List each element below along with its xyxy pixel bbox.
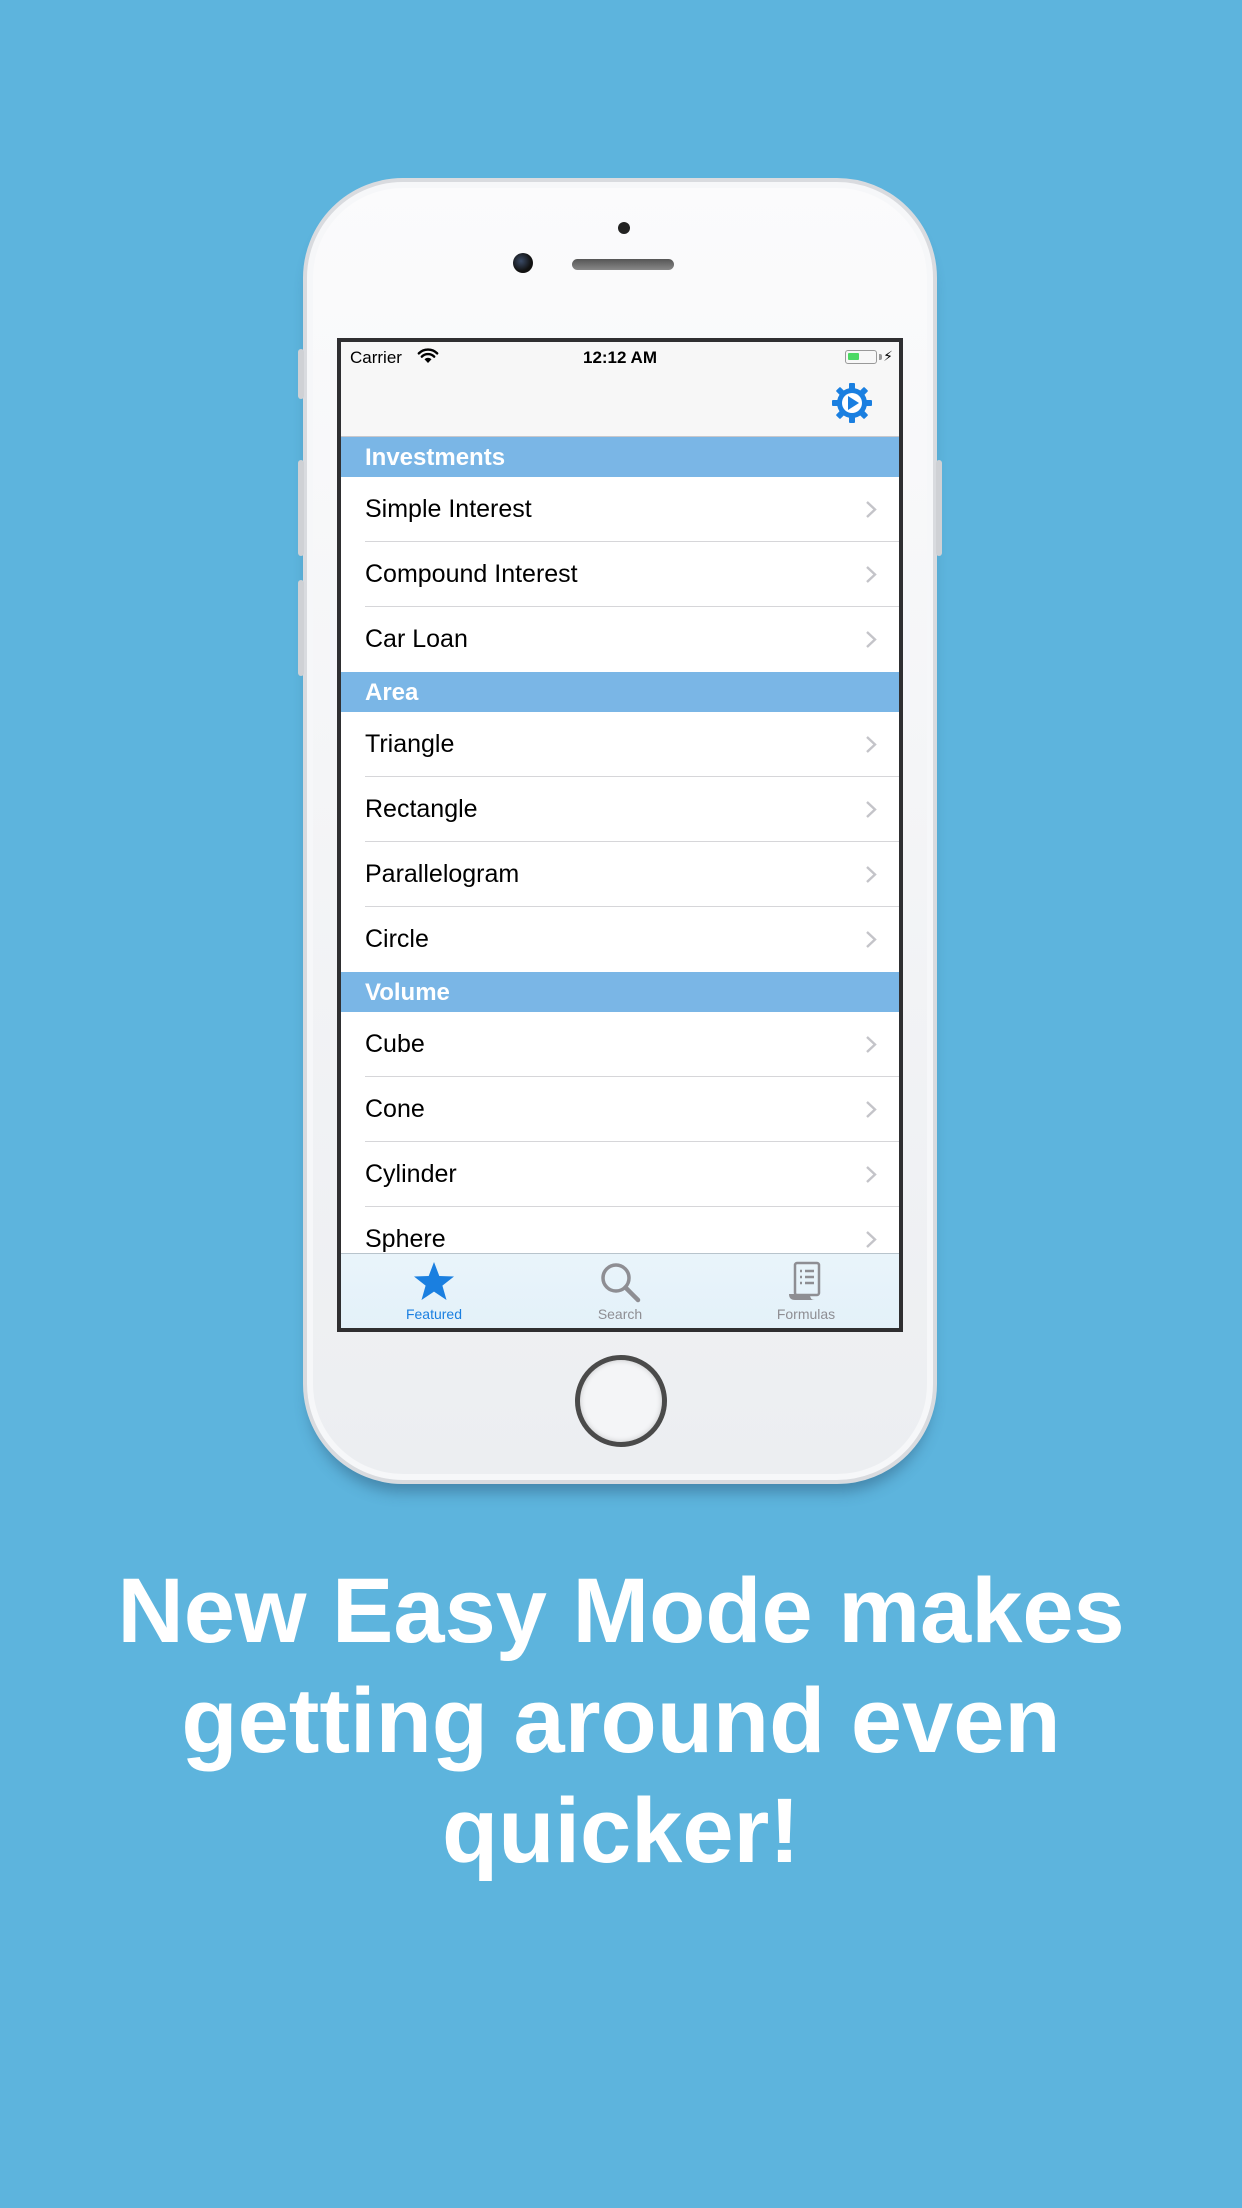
tab-search[interactable]: Search [527,1254,713,1328]
list-item-label: Simple Interest [365,495,532,523]
list-item-parallelogram[interactable]: Parallelogram [341,842,899,907]
home-button[interactable] [575,1355,667,1447]
list-item-cube[interactable]: Cube [341,1012,899,1077]
charging-bolt-icon: ⚡ [883,348,893,364]
list-item-label: Cone [365,1095,425,1123]
chevron-right-icon [866,566,877,583]
tab-featured[interactable]: Featured [341,1254,527,1328]
gear-icon[interactable] [831,382,873,424]
list-item-rectangle[interactable]: Rectangle [341,777,899,842]
battery-icon [845,350,877,364]
status-bar: Carrier 12:12 AM ⚡ [341,342,899,372]
list-item-label: Triangle [365,730,455,758]
list-item-cone[interactable]: Cone [341,1077,899,1142]
battery-tip [879,354,882,360]
chevron-right-icon [866,631,877,648]
list-item-car-loan[interactable]: Car Loan [341,607,899,672]
list-item-simple-interest[interactable]: Simple Interest [341,477,899,542]
section-header-area: Area [341,672,899,712]
formula-list: Investments Simple Interest Compound Inter… [341,437,899,1254]
tab-label: Search [597,1306,643,1322]
chevron-right-icon [866,1166,877,1183]
list-item-label: Compound Interest [365,560,578,588]
star-icon [412,1260,456,1304]
chevron-right-icon [866,1101,877,1118]
app-screen: Carrier 12:12 AM ⚡ Investments Simple In… [341,342,899,1328]
list-item-label: Rectangle [365,795,478,823]
list-item-label: Parallelogram [365,860,520,888]
list-item-circle[interactable]: Circle [341,907,899,972]
list-item-label: Circle [365,925,429,953]
volume-down-button [298,580,304,676]
chevron-right-icon [866,1036,877,1053]
front-camera [513,253,533,273]
search-icon [598,1260,642,1304]
proximity-sensor [618,222,630,234]
battery-level [848,353,860,360]
list-item-label: Car Loan [365,625,468,653]
list-item-label: Cylinder [365,1160,457,1188]
volume-up-button [298,460,304,556]
navigation-bar [341,372,899,437]
formulas-icon [784,1260,828,1304]
list-item-label: Cube [365,1030,425,1058]
list-item-cylinder[interactable]: Cylinder [341,1142,899,1207]
list-item-sphere[interactable]: Sphere [341,1207,899,1254]
chevron-right-icon [866,1231,877,1248]
chevron-right-icon [866,866,877,883]
phone-screen: Carrier 12:12 AM ⚡ Investments Simple In… [337,338,903,1332]
list-item-compound-interest[interactable]: Compound Interest [341,542,899,607]
tab-label: Formulas [776,1306,836,1322]
tab-formulas[interactable]: Formulas [713,1254,899,1328]
tab-bar: Featured Search Formulas [341,1253,899,1328]
section-header-volume: Volume [341,972,899,1012]
chevron-right-icon [866,501,877,518]
earpiece-speaker [572,259,674,270]
power-button [936,460,942,556]
chevron-right-icon [866,801,877,818]
chevron-right-icon [866,736,877,753]
status-time: 12:12 AM [582,348,657,367]
section-header-investments: Investments [341,437,899,477]
mute-switch [298,349,304,399]
tab-label: Featured [405,1306,463,1322]
chevron-right-icon [866,931,877,948]
list-item-label: Sphere [365,1225,446,1253]
list-item-triangle[interactable]: Triangle [341,712,899,777]
promo-headline: New Easy Mode makes getting around even … [117,1560,1125,1882]
